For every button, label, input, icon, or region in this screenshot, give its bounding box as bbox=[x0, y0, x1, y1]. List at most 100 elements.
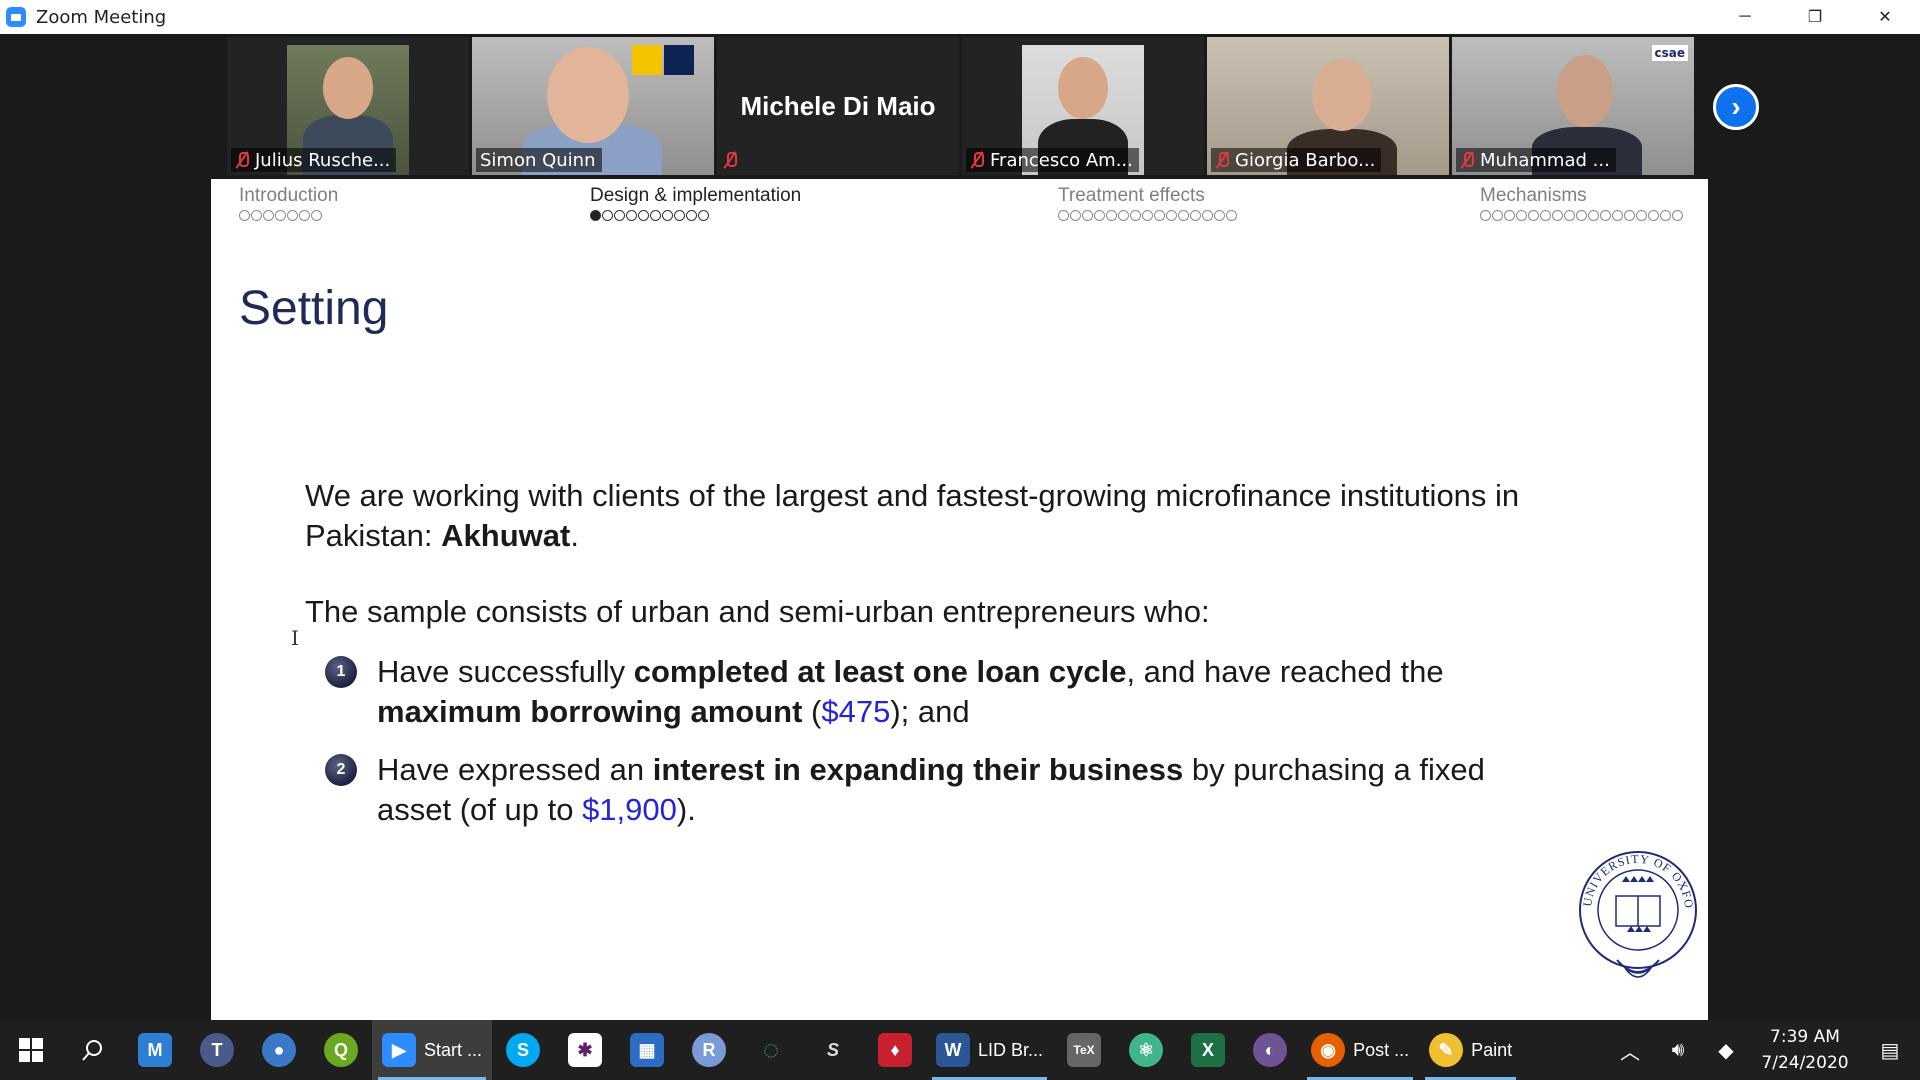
taskbar-app[interactable]: Q bbox=[310, 1020, 372, 1080]
taskbar-app-zoom[interactable]: ▶ Start ... bbox=[372, 1020, 493, 1080]
slide-progress-dot[interactable] bbox=[1480, 210, 1491, 221]
slide-progress-dot[interactable] bbox=[1142, 210, 1153, 221]
slide-progress-dot[interactable] bbox=[239, 210, 250, 221]
slide-progress-dot[interactable] bbox=[1636, 210, 1647, 221]
slide-progress-dot[interactable] bbox=[1058, 210, 1069, 221]
taskbar-app[interactable]: ● bbox=[248, 1020, 310, 1080]
csae-logo: csae bbox=[1651, 45, 1688, 61]
slide-progress-dot[interactable] bbox=[590, 210, 601, 221]
windows-start-icon bbox=[19, 1038, 43, 1062]
taskbar-app-firefox[interactable]: ◉ Post ... bbox=[1301, 1020, 1419, 1080]
taskbar-app[interactable]: ◌ bbox=[740, 1020, 802, 1080]
slide-progress-dot[interactable] bbox=[1202, 210, 1213, 221]
slide-progress-dot[interactable] bbox=[1070, 210, 1081, 221]
nav-section-design[interactable]: Design & implementation bbox=[590, 185, 801, 221]
action-center-button[interactable]: ▤ bbox=[1860, 1038, 1920, 1063]
taskbar-app[interactable]: X bbox=[1177, 1020, 1239, 1080]
slide-progress-dot[interactable] bbox=[1576, 210, 1587, 221]
participant-tile[interactable]: Michele Di Maio bbox=[717, 37, 959, 175]
participant-tile[interactable]: csae Muhammad ... bbox=[1452, 37, 1694, 175]
active-speaker-tile[interactable]: Simon Quinn bbox=[472, 37, 714, 175]
slide-progress-dot[interactable] bbox=[614, 210, 625, 221]
taskbar-app-paint[interactable]: ✎ Paint bbox=[1419, 1020, 1522, 1080]
taskbar-app[interactable]: S bbox=[802, 1020, 864, 1080]
slide-progress-dot[interactable] bbox=[1118, 210, 1129, 221]
slide-progress-dot[interactable] bbox=[1528, 210, 1539, 221]
slide-progress-dot[interactable] bbox=[1648, 210, 1659, 221]
slide-progress-dot[interactable] bbox=[1190, 210, 1201, 221]
participant-name: Muhammad ... bbox=[1480, 149, 1610, 171]
list-item: 1 Have successfully completed at least o… bbox=[325, 652, 1525, 732]
participant-gallery: Julius Rusche... Simon Quinn Michele Di … bbox=[227, 37, 1694, 175]
participant-tile[interactable]: Francesco Am... bbox=[962, 37, 1204, 175]
slide-progress-dot[interactable] bbox=[311, 210, 322, 221]
slide-progress-dot[interactable] bbox=[1082, 210, 1093, 221]
participant-tile[interactable]: Julius Rusche... bbox=[227, 37, 469, 175]
slide-progress-dot[interactable] bbox=[287, 210, 298, 221]
slide-progress-dot[interactable] bbox=[638, 210, 649, 221]
slide-progress-dot[interactable] bbox=[275, 210, 286, 221]
slide-progress-dot[interactable] bbox=[686, 210, 697, 221]
taskbar-app[interactable]: T bbox=[186, 1020, 248, 1080]
slide-progress-dot[interactable] bbox=[1178, 210, 1189, 221]
slide-progress-dot[interactable] bbox=[1106, 210, 1117, 221]
close-button[interactable]: ✕ bbox=[1850, 0, 1920, 34]
nav-section-introduction[interactable]: Introduction bbox=[239, 185, 338, 221]
taskbar-app[interactable]: ▦ bbox=[616, 1020, 678, 1080]
taskbar-app[interactable]: TeX bbox=[1053, 1020, 1115, 1080]
slide-progress-dot[interactable] bbox=[1094, 210, 1105, 221]
slide-progress-dot[interactable] bbox=[674, 210, 685, 221]
slide-progress-dot[interactable] bbox=[1154, 210, 1165, 221]
taskbar-app[interactable]: S bbox=[492, 1020, 554, 1080]
nav-section-mechanisms[interactable]: Mechanisms bbox=[1480, 185, 1683, 221]
slide-progress-dot[interactable] bbox=[650, 210, 661, 221]
taskbar-search-button[interactable] bbox=[62, 1020, 124, 1080]
taskbar-app[interactable]: ⚛ bbox=[1115, 1020, 1177, 1080]
slide-progress-dot[interactable] bbox=[1516, 210, 1527, 221]
volume-button[interactable]: 🔊︎ bbox=[1654, 1039, 1702, 1062]
lse-logo bbox=[632, 45, 662, 75]
nav-section-treatment-effects[interactable]: Treatment effects bbox=[1058, 185, 1237, 221]
start-button[interactable] bbox=[0, 1020, 62, 1080]
slide-progress-dot[interactable] bbox=[1660, 210, 1671, 221]
restore-button[interactable]: ❐ bbox=[1780, 0, 1850, 34]
muted-mic-icon bbox=[235, 151, 249, 169]
taskbar-app[interactable]: ♦ bbox=[864, 1020, 926, 1080]
taskbar-app[interactable]: M bbox=[124, 1020, 186, 1080]
slide-progress-dot[interactable] bbox=[1214, 210, 1225, 221]
show-hidden-icons-button[interactable]: ︿ bbox=[1606, 1036, 1654, 1065]
slide-progress-dot[interactable] bbox=[1612, 210, 1623, 221]
taskbar-app[interactable]: ✱ bbox=[554, 1020, 616, 1080]
minimize-button[interactable]: ─ bbox=[1710, 0, 1780, 34]
slide-progress-dot[interactable] bbox=[1540, 210, 1551, 221]
system-tray: ︿ 🔊︎ ◆ 7:39 AM 7/24/2020 ▤ bbox=[1606, 1020, 1920, 1080]
taskbar-app[interactable]: ◐ bbox=[1239, 1020, 1301, 1080]
slide-progress-dot[interactable] bbox=[1588, 210, 1599, 221]
taskbar-app-word[interactable]: W LID Br... bbox=[926, 1020, 1053, 1080]
slide-progress-dot[interactable] bbox=[626, 210, 637, 221]
slide-progress-dot[interactable] bbox=[662, 210, 673, 221]
slide-progress-dot[interactable] bbox=[1492, 210, 1503, 221]
slide-progress-dot[interactable] bbox=[1624, 210, 1635, 221]
slide-progress-dot[interactable] bbox=[698, 210, 709, 221]
slide-progress-dot[interactable] bbox=[299, 210, 310, 221]
participant-tile[interactable]: Giorgia Barbo... bbox=[1207, 37, 1449, 175]
participant-name: Giorgia Barbo... bbox=[1235, 149, 1376, 171]
r-icon: R bbox=[692, 1033, 727, 1067]
slide-progress-dot[interactable] bbox=[1130, 210, 1141, 221]
slide-progress-dot[interactable] bbox=[1600, 210, 1611, 221]
slide-progress-dot[interactable] bbox=[1672, 210, 1683, 221]
slide-progress-dot[interactable] bbox=[1552, 210, 1563, 221]
slide-progress-dot[interactable] bbox=[1226, 210, 1237, 221]
slide-progress-dot[interactable] bbox=[1166, 210, 1177, 221]
next-page-button[interactable]: › bbox=[1713, 84, 1759, 130]
slide-progress-dot[interactable] bbox=[251, 210, 262, 221]
word-icon: W bbox=[936, 1033, 971, 1067]
slide-progress-dot[interactable] bbox=[1564, 210, 1575, 221]
dropbox-button[interactable]: ◆ bbox=[1702, 1038, 1750, 1063]
clock[interactable]: 7:39 AM 7/24/2020 bbox=[1750, 1024, 1860, 1076]
slide-progress-dot[interactable] bbox=[1504, 210, 1515, 221]
slide-progress-dot[interactable] bbox=[263, 210, 274, 221]
taskbar-app[interactable]: R bbox=[678, 1020, 740, 1080]
slide-progress-dot[interactable] bbox=[602, 210, 613, 221]
